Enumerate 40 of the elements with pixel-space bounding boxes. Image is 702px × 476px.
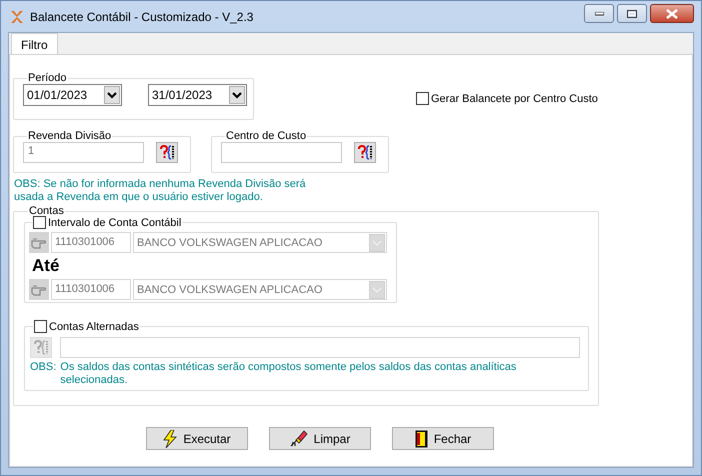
group-label: Centro de Custo	[225, 130, 308, 142]
window-title: Balancete Contábil - Customizado - V_2.3	[30, 10, 254, 24]
note-label: OBS:	[30, 361, 56, 375]
date-dropdown[interactable]: 01/01/2023	[23, 84, 122, 106]
range-separator-label: Até	[32, 256, 60, 276]
clear-button[interactable]: Limpar	[269, 427, 371, 450]
minimize-icon	[594, 12, 604, 16]
checkbox[interactable]	[416, 92, 429, 105]
chevron-down-icon	[104, 86, 120, 104]
close-button[interactable]: Fechar	[392, 427, 494, 450]
execute-button[interactable]: Executar	[146, 427, 248, 450]
app-logo-icon	[10, 10, 24, 24]
date-dropdown[interactable]: 31/01/2023	[148, 84, 247, 106]
group-label: Revenda Divisão	[27, 130, 112, 142]
checkbox-label: Gerar Balancete por Centro Custo	[431, 92, 598, 104]
lookup-icon	[159, 145, 175, 160]
door-icon	[414, 430, 428, 448]
eraser-icon	[290, 430, 308, 447]
maximize-button[interactable]	[617, 4, 647, 23]
lookup-icon	[33, 340, 49, 355]
chevron-down-icon	[229, 86, 245, 104]
lookup-icon	[357, 145, 373, 160]
group-label: Período	[27, 72, 68, 84]
lightning-icon	[163, 430, 178, 448]
group-label: Contas	[28, 205, 65, 217]
chevron-down-icon	[369, 280, 385, 298]
note-text: OBS: Se não for informada nenhuma Revenda Divisão será usada a Revenda em que o usuário estiver logado.	[14, 178, 307, 204]
note-text: Os saldos das contas sintéticas serão compostos somente pelos saldos das contas analíticas selecionadas.	[60, 361, 518, 387]
close-button[interactable]	[650, 4, 694, 23]
checkbox-label: Intervalo de Conta Contábil	[48, 216, 182, 228]
maximize-icon	[627, 10, 637, 18]
input-field[interactable]: 1	[23, 142, 144, 163]
lookup-button[interactable]	[354, 142, 376, 163]
chevron-down-icon	[369, 234, 385, 252]
checkbox-label: Contas Alternadas	[49, 320, 139, 332]
minimize-button[interactable]	[584, 4, 614, 23]
tab[interactable]: Filtro	[11, 33, 58, 55]
close-icon	[666, 8, 678, 18]
lookup-button[interactable]	[156, 142, 178, 163]
input-field[interactable]	[221, 142, 342, 163]
